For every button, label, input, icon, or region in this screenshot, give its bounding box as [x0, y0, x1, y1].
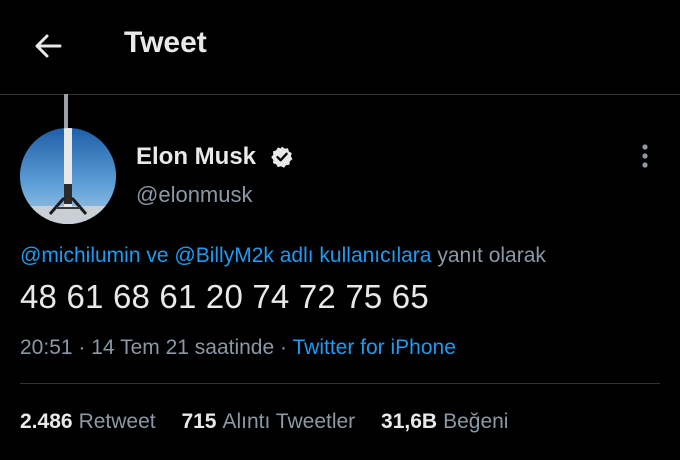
display-name[interactable]: Elon Musk	[136, 143, 256, 171]
mention-suffix-link[interactable]: adlı kullanıcılara	[280, 244, 432, 267]
top-bar: Tweet	[0, 0, 680, 95]
likes-label: Beğeni	[443, 410, 509, 433]
retweets-label: Retweet	[78, 410, 156, 433]
quotes-count: 715	[181, 410, 217, 433]
username[interactable]: @elonmusk	[136, 182, 253, 208]
avatar[interactable]	[20, 128, 116, 224]
rocket-booster-avatar	[20, 128, 116, 224]
tweet-date[interactable]: 14 Tem 21 saatinde	[91, 336, 274, 359]
quotes-stat[interactable]: 715 Alıntı Tweetler	[181, 410, 355, 433]
retweets-count: 2.486	[20, 410, 73, 433]
meta-separator: ·	[280, 336, 288, 359]
reply-context: @michilumin ve @BillyM2k adlı kullanıcıl…	[20, 244, 546, 268]
tweet-time[interactable]: 20:51	[20, 336, 73, 359]
engagement-stats: 2.486 Retweet 715 Alıntı Tweetler 31,6B Beğ…	[20, 410, 528, 434]
mention-link-1[interactable]: @michilumin	[20, 244, 141, 267]
likes-stat[interactable]: 31,6B Beğeni	[381, 410, 508, 433]
avatar-rocket-top	[64, 94, 68, 130]
retweets-stat[interactable]: 2.486 Retweet	[20, 410, 156, 433]
mention-link-2[interactable]: @BillyM2k	[174, 244, 274, 267]
divider	[20, 383, 660, 384]
reply-suffix: yanıt olarak	[437, 244, 546, 267]
meta-separator: ·	[78, 336, 86, 359]
tweet-meta: 20:51 · 14 Tem 21 saatinde · Twitter for…	[20, 336, 456, 360]
page-title: Tweet	[124, 26, 207, 59]
likes-count: 31,6B	[381, 410, 438, 433]
tweet-source[interactable]: Twitter for iPhone	[292, 336, 455, 359]
tweet-text: 48 61 68 61 20 74 72 75 65	[20, 278, 429, 315]
quotes-label: Alıntı Tweetler	[222, 410, 356, 433]
more-vertical-icon[interactable]	[632, 142, 658, 170]
verified-badge-icon	[271, 146, 293, 168]
arrow-left-icon[interactable]	[30, 28, 66, 64]
reply-connector: ve	[146, 244, 169, 267]
